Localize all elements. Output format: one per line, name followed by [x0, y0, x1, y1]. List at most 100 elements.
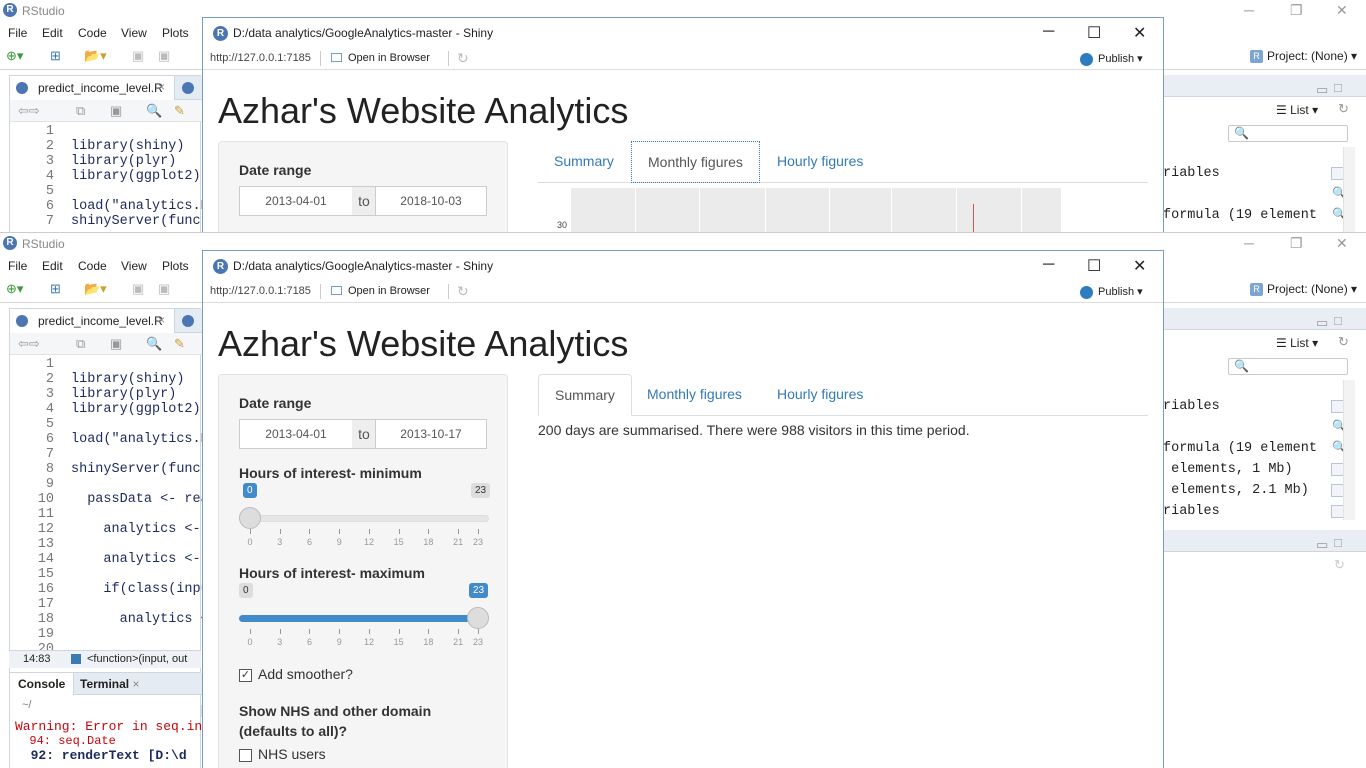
nhs-checkbox[interactable]: NHS users — [239, 746, 326, 762]
new-file-icon[interactable]: ⊕▾ — [6, 48, 23, 64]
env-row[interactable]: elements, 2.1 Mb) — [1163, 481, 1366, 502]
restore-icon[interactable]: ❐ — [1290, 2, 1303, 19]
tab-console[interactable]: Console — [10, 673, 75, 695]
menu-code[interactable]: Code — [78, 259, 107, 273]
r-file-icon[interactable] — [182, 315, 194, 327]
date-start-input[interactable]: 2013-04-01 — [239, 419, 353, 449]
show-in-window-icon[interactable]: ⧉ — [76, 336, 85, 352]
search-icon[interactable]: 🔍 — [146, 103, 162, 119]
publish-button[interactable]: Publish ▾ — [1080, 285, 1143, 299]
back-icon[interactable]: ⇦⇨ — [18, 336, 40, 352]
maximize-pane-icon[interactable]: □ — [1334, 535, 1342, 550]
close-tab-icon[interactable]: × — [158, 313, 165, 327]
menu-edit[interactable]: Edit — [42, 26, 63, 40]
refresh-icon[interactable]: ↻ — [457, 283, 469, 300]
editor-tab[interactable]: predict_income_level.R × — [10, 309, 175, 333]
env-row[interactable]: formula (19 element 🔍 — [1163, 206, 1366, 227]
r-file-icon[interactable] — [182, 82, 194, 94]
new-project-icon[interactable]: ⊞ — [50, 48, 61, 64]
refresh-icon[interactable]: ↻ — [1338, 334, 1349, 350]
smoother-checkbox[interactable]: ✓ Add smoother? — [239, 666, 353, 682]
project-menu[interactable]: R Project: (None) ▾ — [1250, 49, 1357, 64]
menu-code[interactable]: Code — [78, 26, 107, 40]
menu-plots[interactable]: Plots — [162, 26, 189, 40]
new-project-icon[interactable]: ⊞ — [50, 281, 61, 297]
maximize-icon[interactable]: ☐ — [1087, 23, 1101, 43]
env-row[interactable]: formula (19 element 🔍 — [1163, 439, 1366, 460]
save-icon[interactable]: ▣ — [110, 336, 122, 352]
minimize-pane-icon[interactable]: ▭ — [1316, 315, 1328, 331]
open-file-icon[interactable]: 📂▾ — [84, 48, 107, 64]
slider-handle[interactable] — [467, 607, 489, 629]
open-file-icon[interactable]: 📂▾ — [84, 281, 107, 297]
maximize-pane-icon[interactable]: □ — [1334, 313, 1342, 328]
maximize-icon[interactable]: ☐ — [1087, 256, 1101, 276]
minimize-pane-icon[interactable]: ▭ — [1316, 537, 1328, 553]
tab-monthly-figures[interactable]: Monthly figures — [631, 141, 760, 183]
refresh-icon[interactable]: ↻ — [1338, 101, 1349, 117]
env-row[interactable]: riables — [1163, 397, 1366, 418]
menu-view[interactable]: View — [121, 26, 147, 40]
minimize-icon[interactable]: ─ — [1043, 256, 1054, 274]
wand-icon[interactable]: ✎ — [174, 336, 185, 352]
tab-hourly-figures[interactable]: Hourly figures — [761, 141, 879, 183]
save-icon[interactable]: ▣ — [110, 103, 122, 119]
editor-tab[interactable]: predict_income_level.R × — [10, 76, 175, 100]
save-all-icon[interactable]: ▣ — [158, 48, 170, 64]
env-scrollbar[interactable] — [1343, 147, 1355, 232]
new-file-icon[interactable]: ⊕▾ — [6, 281, 23, 297]
menu-file[interactable]: File — [8, 259, 27, 273]
minimize-icon[interactable]: ─ — [1244, 235, 1254, 251]
close-icon[interactable]: ✕ — [1133, 23, 1146, 43]
checkbox-checked-icon[interactable]: ✓ — [239, 668, 252, 682]
list-dropdown[interactable]: ☰ List ▾ — [1276, 103, 1318, 117]
date-start-input[interactable]: 2013-04-01 — [239, 186, 353, 216]
save-all-icon[interactable]: ▣ — [158, 281, 170, 297]
tab-monthly-figures[interactable]: Monthly figures — [631, 374, 758, 416]
show-in-window-icon[interactable]: ⧉ — [76, 103, 85, 119]
minimize-pane-icon[interactable]: ▭ — [1316, 82, 1328, 98]
menu-view[interactable]: View — [121, 259, 147, 273]
project-menu[interactable]: R Project: (None) ▾ — [1250, 282, 1357, 297]
list-dropdown[interactable]: ☰ List ▾ — [1276, 336, 1318, 350]
refresh-icon[interactable]: ↻ — [1334, 557, 1345, 573]
back-icon[interactable]: ⇦⇨ — [18, 103, 40, 119]
tab-summary[interactable]: Summary — [538, 374, 632, 416]
close-icon[interactable]: ✕ — [1133, 256, 1146, 276]
env-row[interactable]: 🔍 — [1163, 185, 1366, 206]
checkbox-unchecked-icon[interactable] — [239, 748, 252, 762]
open-in-browser-button[interactable]: Open in Browser — [331, 285, 430, 297]
close-tab-icon[interactable]: × — [158, 80, 165, 94]
open-in-browser-button[interactable]: Open in Browser — [331, 52, 430, 64]
tab-terminal[interactable]: Terminal × — [72, 673, 147, 695]
date-end-input[interactable]: 2013-10-17 — [375, 419, 487, 449]
environment-search-input[interactable]: 🔍 — [1228, 125, 1348, 142]
env-row[interactable]: 🔍 — [1163, 418, 1366, 439]
minimize-icon[interactable]: ─ — [1244, 2, 1254, 18]
publish-button[interactable]: Publish ▾ — [1080, 52, 1143, 66]
env-row[interactable]: riables — [1163, 502, 1366, 523]
console-output[interactable]: Warning: Error in seq.in 94: seq.Date 92… — [15, 719, 202, 763]
menu-plots[interactable]: Plots — [162, 259, 189, 273]
env-row[interactable]: riables — [1163, 164, 1366, 185]
env-row[interactable]: elements, 1 Mb) — [1163, 460, 1366, 481]
function-scope[interactable]: <function>(input, out — [87, 653, 187, 665]
minimize-icon[interactable]: ─ — [1043, 23, 1054, 41]
tab-summary[interactable]: Summary — [538, 141, 630, 183]
close-icon[interactable]: ✕ — [1336, 235, 1348, 252]
maximize-pane-icon[interactable]: □ — [1334, 80, 1342, 95]
menu-edit[interactable]: Edit — [42, 259, 63, 273]
env-scrollbar[interactable] — [1343, 380, 1355, 520]
wand-icon[interactable]: ✎ — [174, 103, 185, 119]
refresh-icon[interactable]: ↻ — [457, 50, 469, 67]
slider-handle[interactable] — [239, 507, 261, 529]
menu-file[interactable]: File — [8, 26, 27, 40]
environment-search-input[interactable]: 🔍 — [1228, 358, 1348, 375]
save-icon[interactable]: ▣ — [132, 281, 144, 297]
hours-min-slider[interactable]: 0 23 0 3 6 9 12 15 18 21 23 — [239, 471, 491, 551]
save-icon[interactable]: ▣ — [132, 48, 144, 64]
hours-max-slider[interactable]: 0 23 0 3 6 9 12 15 18 21 23 — [239, 571, 489, 651]
restore-icon[interactable]: ❐ — [1290, 235, 1303, 252]
search-icon[interactable]: 🔍 — [146, 336, 162, 352]
date-end-input[interactable]: 2018-10-03 — [375, 186, 487, 216]
